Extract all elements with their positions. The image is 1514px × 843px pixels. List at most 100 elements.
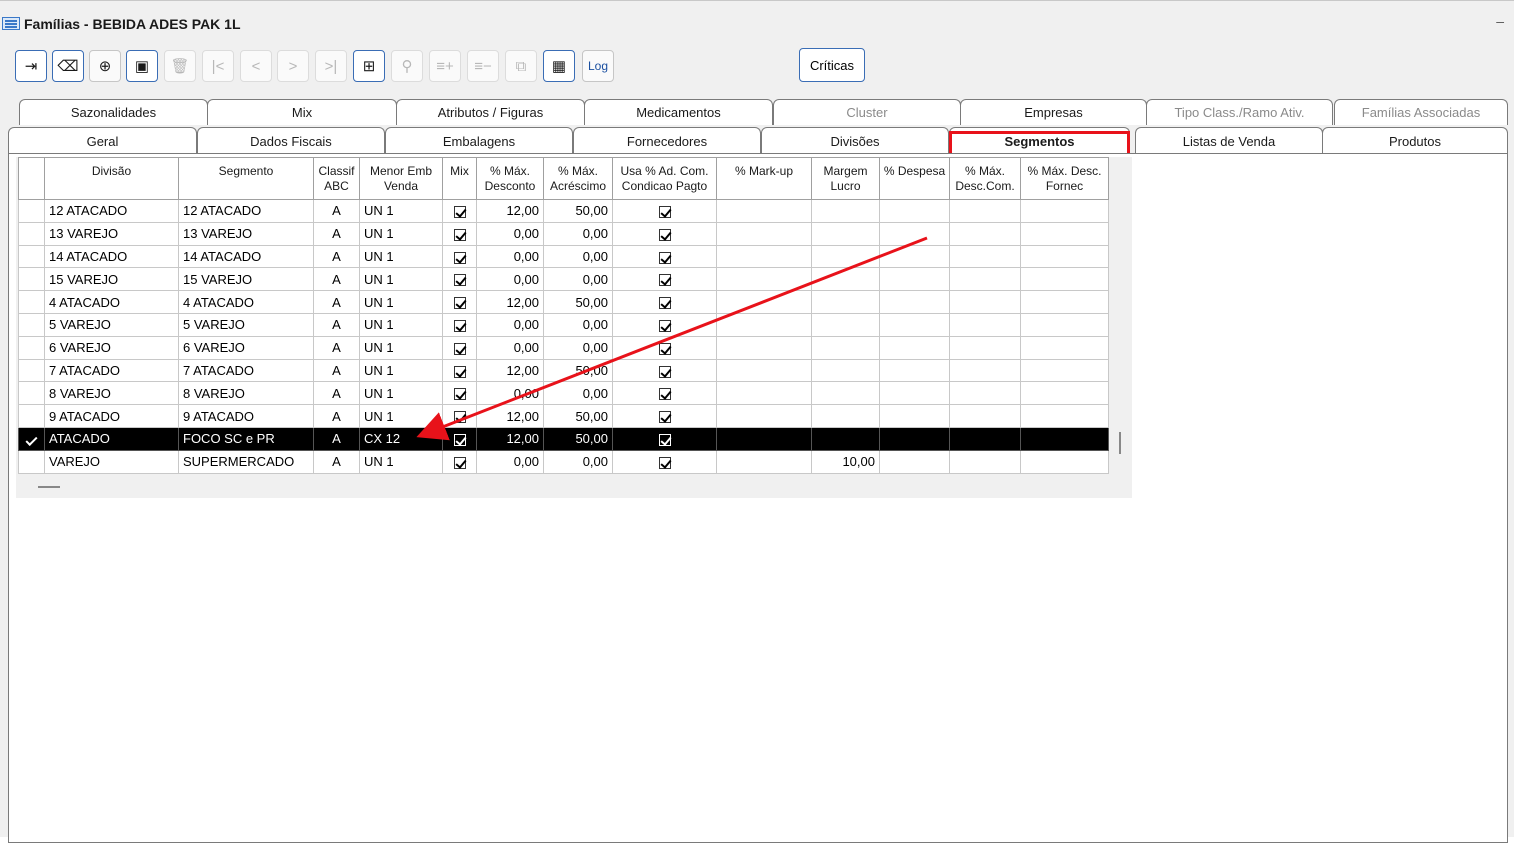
- column-header-divisao[interactable]: Divisão: [44, 157, 179, 200]
- divisao-cell[interactable]: 12 ATACADO: [44, 199, 179, 223]
- max-acresc-cell[interactable]: 0,00: [543, 244, 613, 269]
- table-row[interactable]: 13 VAREJO 13 VAREJO A UN 1 0,00 0,00: [18, 221, 1109, 246]
- usa-ad-checkbox-cell[interactable]: [612, 358, 717, 383]
- menor-emb-cell[interactable]: UN 1: [359, 290, 443, 314]
- menor-emb-cell[interactable]: UN 1: [359, 449, 443, 474]
- classif-cell[interactable]: A: [313, 335, 360, 360]
- table-row[interactable]: 12 ATACADO 12 ATACADO A UN 1 12,00 50,00: [18, 199, 1109, 223]
- tab-embalagens[interactable]: Embalagens: [385, 127, 573, 154]
- markup-cell[interactable]: [716, 267, 812, 292]
- desc-fornec-cell[interactable]: [1020, 358, 1109, 383]
- segmento-cell[interactable]: FOCO SC e PR: [178, 426, 314, 451]
- max-acresc-cell[interactable]: 50,00: [543, 426, 613, 451]
- divisao-cell[interactable]: 15 VAREJO: [44, 267, 179, 292]
- desc-fornec-cell[interactable]: [1020, 449, 1109, 474]
- segmento-cell[interactable]: 13 VAREJO: [178, 221, 314, 246]
- segmento-cell[interactable]: 9 ATACADO: [178, 404, 314, 428]
- checkbox-checked-icon[interactable]: [453, 319, 466, 332]
- classif-cell[interactable]: A: [313, 221, 360, 246]
- margem-cell[interactable]: 10,00: [811, 449, 880, 474]
- max-acresc-cell[interactable]: 50,00: [543, 358, 613, 383]
- margem-cell[interactable]: [811, 426, 880, 451]
- menor-emb-cell[interactable]: UN 1: [359, 381, 443, 406]
- checkbox-checked-icon[interactable]: [658, 205, 671, 218]
- row-indicator[interactable]: [18, 335, 45, 360]
- row-indicator[interactable]: [18, 426, 45, 451]
- calendar-button[interactable]: ▦: [543, 50, 575, 82]
- segmento-cell[interactable]: 12 ATACADO: [178, 199, 314, 223]
- tab-cluster[interactable]: Cluster: [773, 99, 961, 125]
- margem-cell[interactable]: [811, 267, 880, 292]
- mix-checkbox-cell[interactable]: [442, 426, 477, 451]
- max-acresc-cell[interactable]: 0,00: [543, 312, 613, 337]
- max-desc-cell[interactable]: 12,00: [476, 426, 544, 451]
- margem-cell[interactable]: [811, 290, 880, 314]
- usa-ad-checkbox-cell[interactable]: [612, 449, 717, 474]
- margem-cell[interactable]: [811, 199, 880, 223]
- max-desc-cell[interactable]: 12,00: [476, 199, 544, 223]
- table-row[interactable]: 6 VAREJO 6 VAREJO A UN 1 0,00 0,00: [18, 335, 1109, 360]
- row-indicator[interactable]: [18, 381, 45, 406]
- margem-cell[interactable]: [811, 358, 880, 383]
- classif-cell[interactable]: A: [313, 449, 360, 474]
- despesa-cell[interactable]: [879, 404, 950, 428]
- checkbox-checked-icon[interactable]: [453, 342, 466, 355]
- add-button[interactable]: ⊕: [89, 50, 121, 82]
- tab-fornecedores[interactable]: Fornecedores: [573, 127, 761, 154]
- mix-checkbox-cell[interactable]: [442, 449, 477, 474]
- markup-cell[interactable]: [716, 381, 812, 406]
- desc-fornec-cell[interactable]: [1020, 404, 1109, 428]
- margem-cell[interactable]: [811, 381, 880, 406]
- usa-ad-checkbox-cell[interactable]: [612, 335, 717, 360]
- checkbox-checked-icon[interactable]: [658, 433, 671, 446]
- max-desc-cell[interactable]: 12,00: [476, 358, 544, 383]
- markup-cell[interactable]: [716, 358, 812, 383]
- max-acresc-cell[interactable]: 50,00: [543, 199, 613, 223]
- desc-fornec-cell[interactable]: [1020, 290, 1109, 314]
- minimize-button[interactable]: –: [1496, 13, 1504, 29]
- max-acresc-cell[interactable]: 0,00: [543, 381, 613, 406]
- checkbox-checked-icon[interactable]: [658, 251, 671, 264]
- mix-checkbox-cell[interactable]: [442, 290, 477, 314]
- markup-cell[interactable]: [716, 221, 812, 246]
- tab-geral[interactable]: Geral: [8, 127, 197, 154]
- checkbox-checked-icon[interactable]: [453, 456, 466, 469]
- markup-cell[interactable]: [716, 404, 812, 428]
- despesa-cell[interactable]: [879, 244, 950, 269]
- desc-com-cell[interactable]: [949, 199, 1021, 223]
- desc-fornec-cell[interactable]: [1020, 244, 1109, 269]
- desc-fornec-cell[interactable]: [1020, 426, 1109, 451]
- eraser-button[interactable]: ⌫: [52, 50, 84, 82]
- despesa-cell[interactable]: [879, 426, 950, 451]
- despesa-cell[interactable]: [879, 267, 950, 292]
- row-indicator[interactable]: [18, 290, 45, 314]
- tab-produtos[interactable]: Produtos: [1322, 127, 1508, 154]
- max-acresc-cell[interactable]: 0,00: [543, 335, 613, 360]
- desc-fornec-cell[interactable]: [1020, 199, 1109, 223]
- max-desc-cell[interactable]: 12,00: [476, 404, 544, 428]
- checkbox-checked-icon[interactable]: [658, 388, 671, 401]
- mix-checkbox-cell[interactable]: [442, 244, 477, 269]
- usa-ad-checkbox-cell[interactable]: [612, 244, 717, 269]
- usa-ad-checkbox-cell[interactable]: [612, 290, 717, 314]
- tab-dados-fiscais[interactable]: Dados Fiscais: [197, 127, 385, 154]
- desc-fornec-cell[interactable]: [1020, 381, 1109, 406]
- exit-button[interactable]: ⇥: [15, 50, 47, 82]
- row-indicator[interactable]: [18, 199, 45, 223]
- mix-checkbox-cell[interactable]: [442, 199, 477, 223]
- desc-fornec-cell[interactable]: [1020, 335, 1109, 360]
- checkbox-checked-icon[interactable]: [453, 297, 466, 310]
- desc-com-cell[interactable]: [949, 267, 1021, 292]
- desc-com-cell[interactable]: [949, 381, 1021, 406]
- search-button[interactable]: ⚲: [391, 50, 423, 82]
- markup-cell[interactable]: [716, 426, 812, 451]
- row-indicator[interactable]: [18, 267, 45, 292]
- delete-button[interactable]: 🗑: [164, 50, 196, 82]
- checkbox-checked-icon[interactable]: [658, 342, 671, 355]
- checkbox-checked-icon[interactable]: [658, 456, 671, 469]
- classif-cell[interactable]: A: [313, 290, 360, 314]
- segmento-cell[interactable]: 14 ATACADO: [178, 244, 314, 269]
- column-header-markup[interactable]: % Mark-up: [716, 157, 812, 200]
- max-desc-cell[interactable]: 0,00: [476, 335, 544, 360]
- checkbox-checked-icon[interactable]: [453, 251, 466, 264]
